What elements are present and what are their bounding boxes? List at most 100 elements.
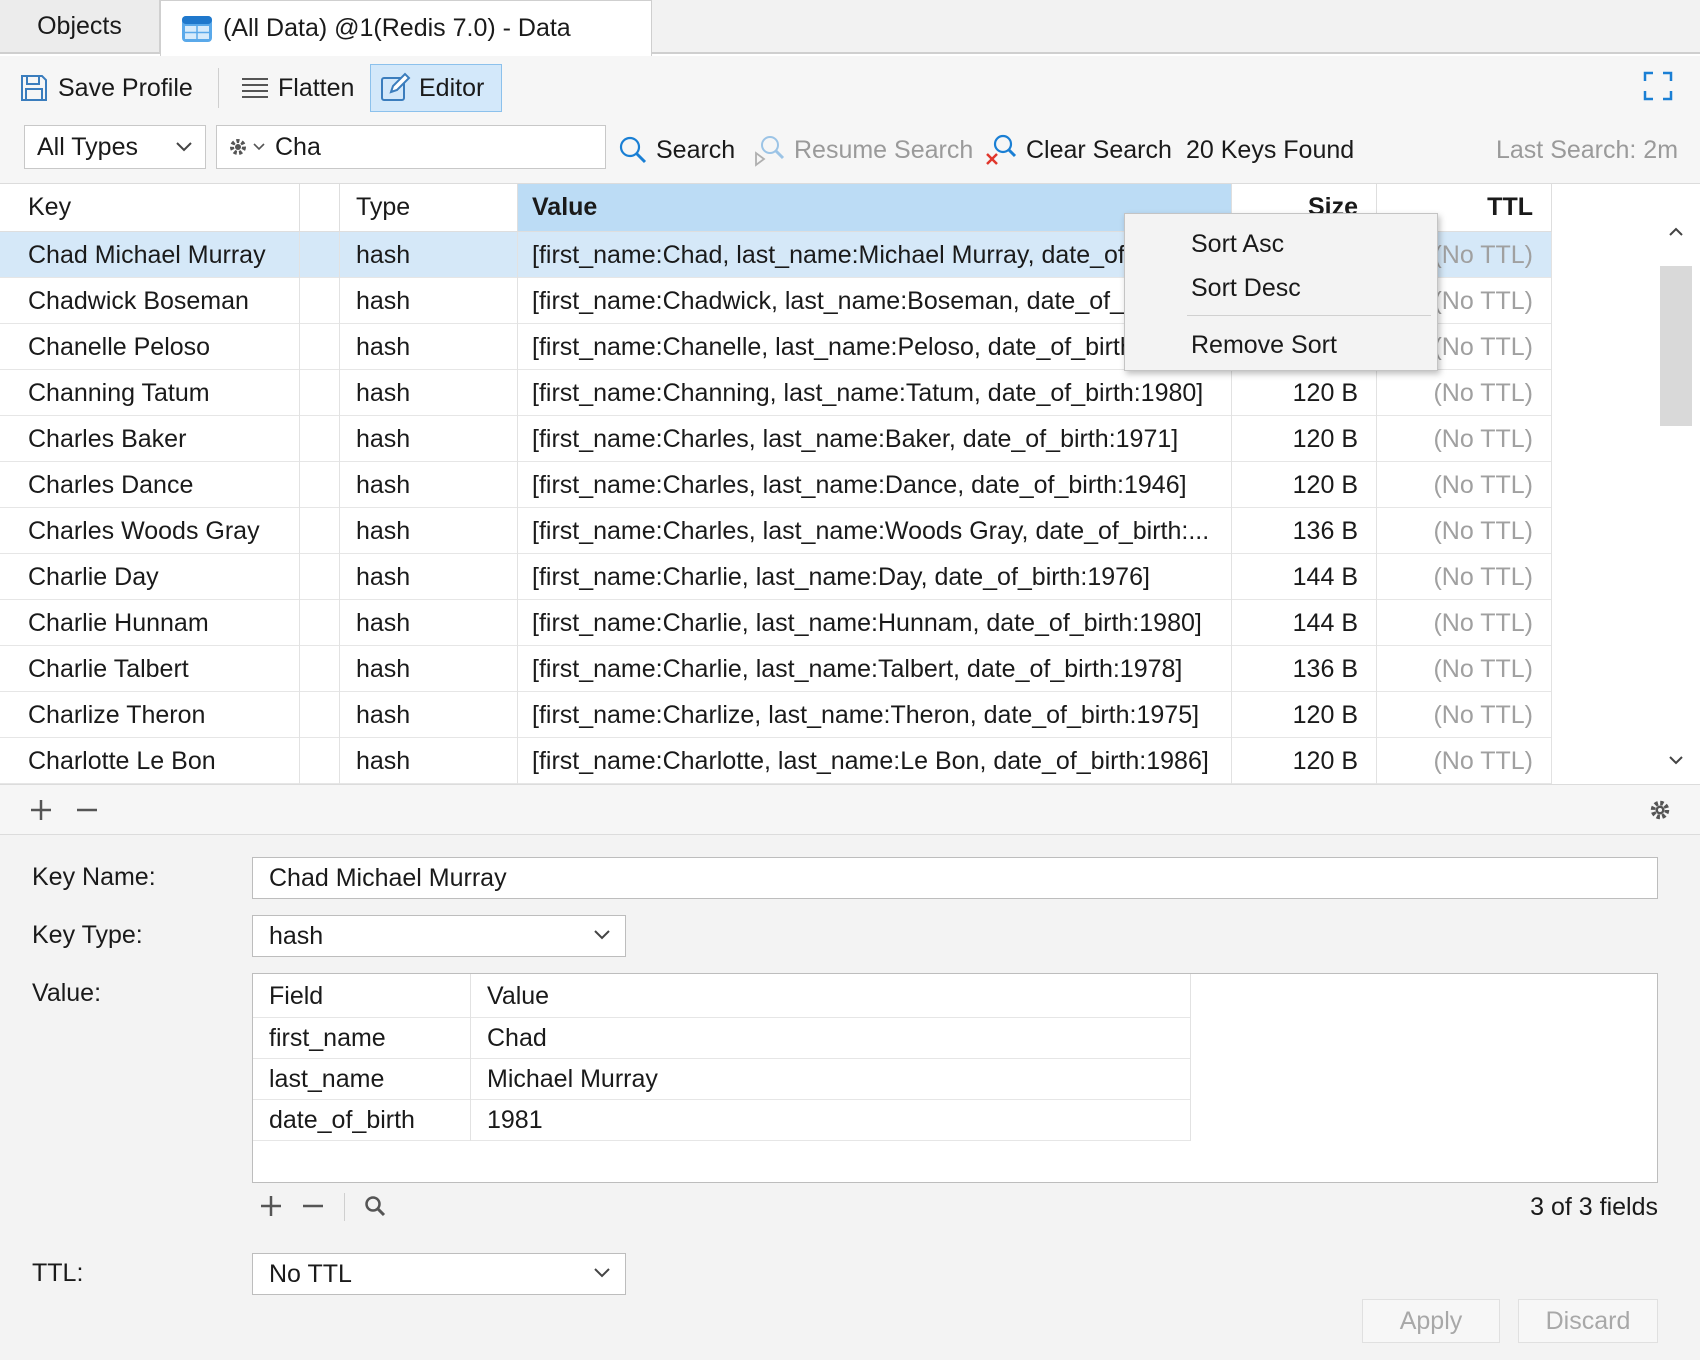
column-context-menu: Sort Asc Sort Desc Remove Sort [1124,213,1438,371]
search-input[interactable]: Cha [216,125,606,169]
table-row[interactable]: Charles Dance hash [first_name:Charles, … [0,462,1552,508]
table-row[interactable]: Charlie Day hash [first_name:Charlie, la… [0,554,1552,600]
ttl-cell: (No TTL) [1377,416,1552,462]
toolbar: Save Profile Flatten Editor [0,56,1700,118]
vertical-scrollbar[interactable] [1660,227,1692,784]
sort-desc-label: Sort Desc [1191,273,1301,302]
spacer-cell [300,508,340,554]
table-row[interactable]: Channing Tatum hash [first_name:Channing… [0,370,1552,416]
spacer-cell [300,278,340,324]
column-header-type[interactable]: Type [340,184,518,232]
keys-found-label: 20 Keys Found [1186,135,1355,164]
type-filter-select[interactable]: All Types [24,125,206,169]
type-cell: hash [340,416,518,462]
key-type-select[interactable]: hash [252,915,626,957]
type-cell: hash [340,232,518,278]
type-cell: hash [340,600,518,646]
add-key-icon[interactable] [30,799,52,821]
resume-search-icon [752,133,786,167]
key-cell: Charlie Day [0,554,300,600]
toolbar-divider [218,68,219,108]
hash-header-value[interactable]: Value [471,974,1191,1018]
ttl-cell: (No TTL) [1377,692,1552,738]
save-profile-button[interactable]: Save Profile [10,64,201,112]
apply-button[interactable]: Apply [1362,1299,1500,1343]
fullscreen-icon[interactable] [1642,70,1674,102]
key-cell: Charles Dance [0,462,300,508]
clear-search-button[interactable]: Clear Search [984,130,1172,170]
type-cell: hash [340,278,518,324]
search-input-value: Cha [275,132,321,161]
chevron-down-icon [593,929,611,941]
column-header-key[interactable]: Key [0,184,300,232]
spacer-cell [300,600,340,646]
type-cell: hash [340,554,518,600]
hash-field-row[interactable]: date_of_birth 1981 [253,1100,1191,1141]
size-cell: 120 B [1232,692,1377,738]
size-cell: 120 B [1232,370,1377,416]
search-options-gear-icon[interactable] [225,134,265,160]
tab-data[interactable]: (All Data) @1(Redis 7.0) - Data [160,0,652,56]
hash-field-row[interactable]: last_name Michael Murray [253,1059,1191,1100]
add-field-icon[interactable] [260,1195,282,1217]
hash-field-row[interactable]: first_name Chad [253,1018,1191,1059]
scroll-up-icon[interactable] [1668,226,1684,238]
size-cell: 136 B [1232,508,1377,554]
ttl-value: No TTL [269,1259,352,1288]
size-cell: 144 B [1232,554,1377,600]
resume-search-label: Resume Search [794,135,974,164]
table-row[interactable]: Charles Baker hash [first_name:Charles, … [0,416,1552,462]
size-cell: 120 B [1232,416,1377,462]
menu-item-sort-desc[interactable]: Sort Desc [1191,268,1301,308]
key-type-value: hash [269,921,324,950]
editor-button[interactable]: Editor [370,64,502,112]
ttl-cell: (No TTL) [1377,462,1552,508]
key-cell: Charlize Theron [0,692,300,738]
menu-item-sort-asc[interactable]: Sort Asc [1191,224,1284,264]
flatten-button[interactable]: Flatten [232,64,362,112]
table-row[interactable]: Charlotte Le Bon hash [first_name:Charlo… [0,738,1552,784]
search-label: Search [656,135,736,164]
ttl-cell: (No TTL) [1377,738,1552,784]
gear-icon[interactable] [1648,798,1672,822]
value-cell: [first_name:Charlotte, last_name:Le Bon,… [518,738,1232,784]
ttl-label: TTL: [32,1259,84,1287]
discard-button[interactable]: Discard [1518,1299,1658,1343]
hash-field-value: Michael Murray [471,1059,1191,1100]
hash-table-header: Field Value [253,974,1191,1018]
value-cell: [first_name:Charles, last_name:Dance, da… [518,462,1232,508]
value-cell: [first_name:Charlie, last_name:Day, date… [518,554,1232,600]
key-type-label: Key Type: [32,921,143,949]
type-cell: hash [340,462,518,508]
chevron-down-icon [593,1267,611,1279]
key-cell: Chad Michael Murray [0,232,300,278]
chevron-down-icon [175,141,193,153]
table-row[interactable]: Charlie Talbert hash [first_name:Charlie… [0,646,1552,692]
type-cell: hash [340,324,518,370]
resume-search-button[interactable]: Resume Search [752,130,973,170]
search-button[interactable]: Search [618,130,735,170]
last-search-status: Last Search: 2m [1496,130,1678,170]
table-row[interactable]: Charlize Theron hash [first_name:Charliz… [0,692,1552,738]
key-cell: Channing Tatum [0,370,300,416]
key-cell: Charles Woods Gray [0,508,300,554]
table-row[interactable]: Charles Woods Gray hash [first_name:Char… [0,508,1552,554]
table-row[interactable]: Charlie Hunnam hash [first_name:Charlie,… [0,600,1552,646]
scrollbar-thumb[interactable] [1660,266,1692,426]
ttl-cell: (No TTL) [1377,646,1552,692]
spacer-cell [300,370,340,416]
type-cell: hash [340,370,518,416]
hash-field-name: last_name [253,1059,471,1100]
ttl-select[interactable]: No TTL [252,1253,626,1295]
remove-key-icon[interactable] [76,799,98,821]
remove-field-icon[interactable] [302,1195,324,1217]
hash-header-field[interactable]: Field [253,974,471,1018]
type-cell: hash [340,692,518,738]
scroll-down-icon[interactable] [1668,754,1684,766]
key-name-input[interactable]: Chad Michael Murray [252,857,1658,899]
menu-item-remove-sort[interactable]: Remove Sort [1191,325,1337,365]
search-icon[interactable] [364,1195,386,1217]
hash-field-name: first_name [253,1018,471,1059]
flatten-label: Flatten [278,73,355,102]
tab-objects[interactable]: Objects [0,0,160,54]
